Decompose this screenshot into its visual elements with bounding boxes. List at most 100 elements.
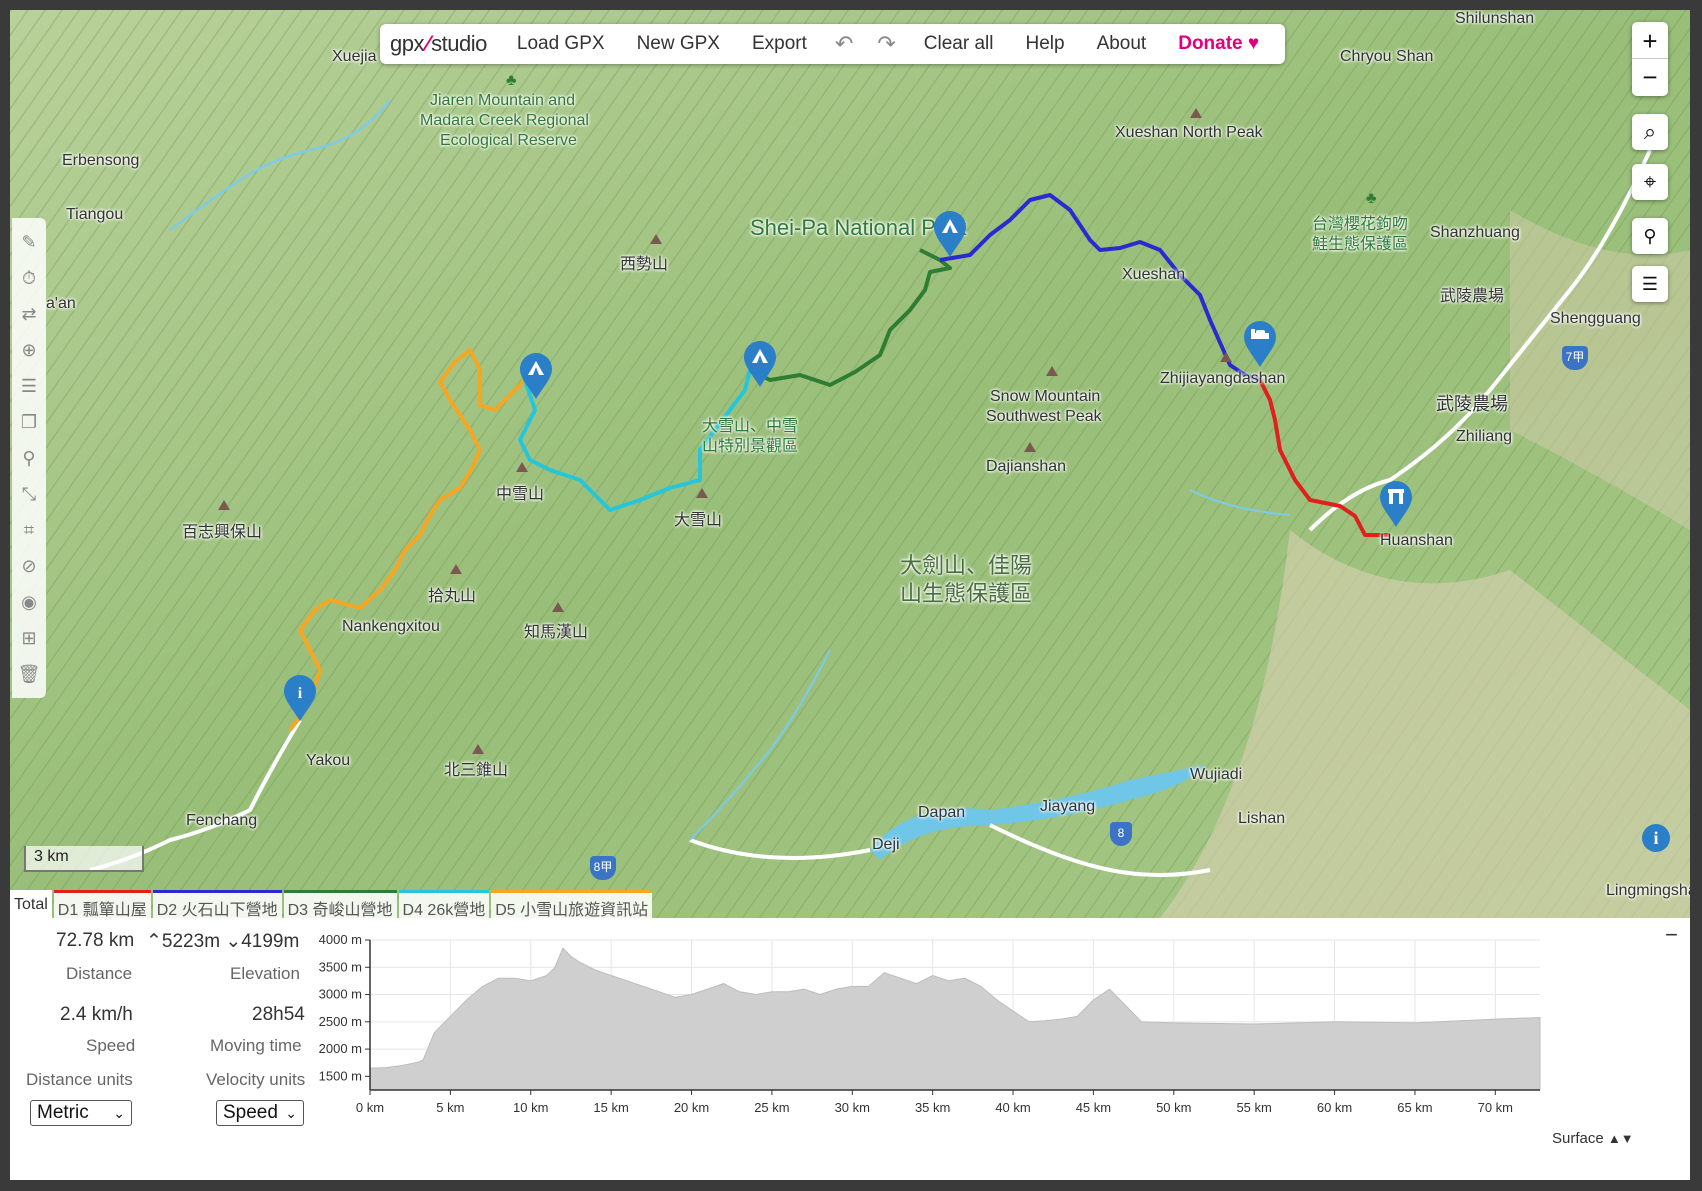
app-frame: Xuejia Jiaren Mountain and Madara Creek …	[10, 10, 1690, 1180]
distance-units-label: Distance units	[26, 1070, 133, 1089]
y-tick-label: 2000 m	[319, 1041, 362, 1056]
about-button[interactable]: About	[1081, 33, 1163, 55]
chevron-down-icon: ⌄	[113, 1104, 125, 1121]
map-label-tiangou: Tiangou	[66, 206, 124, 223]
campsite-marker[interactable]	[742, 340, 778, 388]
search-button[interactable]: ⌕	[1632, 114, 1668, 150]
peak-icon	[1046, 366, 1058, 376]
shelter-marker[interactable]	[1378, 480, 1414, 528]
speed-value: 2.4 km/h	[60, 1004, 133, 1025]
x-tick-label: 45 km	[1076, 1100, 1111, 1115]
peak-icon	[516, 462, 528, 472]
stopwatch-icon[interactable]: ⏱	[14, 260, 44, 296]
info-icon: i	[1653, 828, 1659, 848]
peak-icon	[696, 488, 708, 498]
surface-label: Surface	[1552, 1130, 1604, 1147]
tab-day-4[interactable]: D4 26k營地	[398, 890, 490, 918]
tab-day-2[interactable]: D2 火石山下營地	[152, 890, 282, 918]
tab-total[interactable]: Total	[10, 890, 52, 918]
surface-toggle[interactable]: Surface ▲▼	[1552, 1130, 1634, 1147]
search-icon: ⌕	[1643, 119, 1657, 144]
left-toolbar: ✎ ⏱ ⇄ ⊕ ☰ ❐ ⚲ ⤡ ⌗ ⊘ ◉ ⊞ 🗑	[12, 218, 46, 698]
palette-icon[interactable]: ◉	[14, 584, 44, 620]
x-tick-label: 70 km	[1478, 1100, 1513, 1115]
trash-icon[interactable]: 🗑	[14, 656, 44, 692]
zoom-out-button[interactable]: −	[1632, 59, 1668, 95]
map-label-erbensong: Erbensong	[62, 152, 140, 169]
pin-icon[interactable]: ⚲	[14, 440, 44, 476]
map-label-shanzhuang: Shanzhuang	[1430, 224, 1520, 241]
new-gpx-button[interactable]: New GPX	[621, 33, 736, 55]
map-label-wuling-farm-small: 武陵農場	[1440, 288, 1505, 305]
heart-icon: ♥	[1247, 33, 1260, 54]
map-label-dajian-reserve-line2: 山生態保護區	[900, 581, 1033, 606]
tab-day-3[interactable]: D3 奇峻山營地	[283, 890, 397, 918]
info-button[interactable]: i	[1642, 824, 1670, 852]
zoom-controls: + −	[1632, 22, 1668, 96]
hide-icon[interactable]: ⊘	[14, 548, 44, 584]
info-marker[interactable]: i	[282, 674, 318, 722]
x-tick-label: 5 km	[436, 1100, 464, 1115]
collapse-panel-button[interactable]: −	[1665, 922, 1678, 948]
map-label-snow-sw-line1: Snow Mountain	[990, 388, 1101, 405]
logo-text-left: gpx	[390, 31, 424, 56]
load-gpx-button[interactable]: Load GPX	[501, 33, 621, 55]
map-label-xueshan: Xueshan	[1122, 266, 1186, 283]
street-view-button[interactable]: ⚲	[1632, 218, 1668, 254]
elevation-up-value: 5223m	[161, 931, 221, 952]
structure-icon[interactable]: ⊞	[14, 620, 44, 656]
copy-icon[interactable]: ❐	[14, 404, 44, 440]
elevation-profile-chart[interactable]: 1500 m 2000 m 2500 m 3000 m 3500 m 4000 m 0 km…	[310, 930, 1650, 1140]
layers-button[interactable]: ☰	[1632, 266, 1668, 302]
map-label-lingmingsha: Lingmingsha	[1606, 882, 1690, 899]
locate-button[interactable]: ⌖	[1632, 164, 1668, 200]
gpx-studio-logo[interactable]: gpx ⁄ studio	[390, 31, 487, 57]
tab-day-1[interactable]: D1 瓢簞山屋	[53, 890, 151, 918]
map-view[interactable]: Xuejia Jiaren Mountain and Madara Creek …	[10, 10, 1690, 918]
map-terrain	[10, 10, 1690, 918]
lodging-marker[interactable]	[1242, 320, 1278, 368]
help-button[interactable]: Help	[1009, 33, 1080, 55]
map-label-reserve-line3: Ecological Reserve	[440, 132, 577, 149]
reverse-icon[interactable]: ⇄	[14, 296, 44, 332]
velocity-units-label: Velocity units	[206, 1070, 306, 1089]
sort-arrows-icon: ▲▼	[1607, 1131, 1634, 1146]
add-circle-icon[interactable]: ⊕	[14, 332, 44, 368]
map-label-zhiliang: Zhiliang	[1456, 428, 1513, 445]
velocity-units-select[interactable]: Speed ⌄	[216, 1100, 304, 1126]
list-icon[interactable]: ☰	[14, 368, 44, 404]
map-label-deji: Deji	[872, 836, 900, 853]
peak-icon	[1024, 442, 1036, 452]
x-tick-label: 40 km	[995, 1100, 1030, 1115]
peak-icon	[1220, 352, 1232, 362]
peak-icon	[650, 234, 662, 244]
distance-label: Distance	[66, 964, 133, 983]
track-tabs: Total D1 瓢簞山屋 D2 火石山下營地 D3 奇峻山營地 D4 26k營地 D5 …	[10, 890, 653, 918]
peak-icon	[552, 602, 564, 612]
map-label-zhongxue: 中雪山	[496, 486, 545, 503]
pencil-icon[interactable]: ✎	[14, 224, 44, 260]
map-label-nankeng: Nankengxitou	[342, 618, 440, 635]
crosshair-icon: ⌖	[1643, 169, 1657, 194]
campsite-marker[interactable]	[932, 210, 968, 258]
distance-units-select[interactable]: Metric ⌄	[30, 1100, 132, 1126]
compress-icon[interactable]: ⤡	[14, 476, 44, 512]
export-button[interactable]: Export	[736, 33, 823, 55]
donate-button[interactable]: Donate ♥	[1162, 33, 1275, 55]
peak-icon	[218, 500, 230, 510]
redo-icon[interactable]: ↷	[865, 31, 907, 57]
undo-icon[interactable]: ↶	[823, 31, 865, 57]
campsite-marker[interactable]	[518, 352, 554, 400]
crop-icon[interactable]: ⌗	[14, 512, 44, 548]
tab-day-5[interactable]: D5 小雪山旅遊資訊站	[491, 890, 653, 918]
map-label-xueshan-north: Xueshan North Peak	[1115, 124, 1263, 141]
x-tick-label: 10 km	[513, 1100, 548, 1115]
zoom-in-button[interactable]: +	[1632, 23, 1668, 59]
map-label-chryou: Chryou Shan	[1340, 48, 1434, 65]
logo-slash-icon: ⁄	[425, 31, 430, 56]
clear-all-button[interactable]: Clear all	[908, 33, 1010, 55]
map-label-huanshan: Huanshan	[1380, 532, 1453, 549]
map-label-shilunshan: Shilunshan	[1455, 10, 1535, 27]
park-tree-icon: ♣	[1366, 190, 1377, 207]
map-label-wujiadi: Wujiadi	[1190, 766, 1243, 783]
